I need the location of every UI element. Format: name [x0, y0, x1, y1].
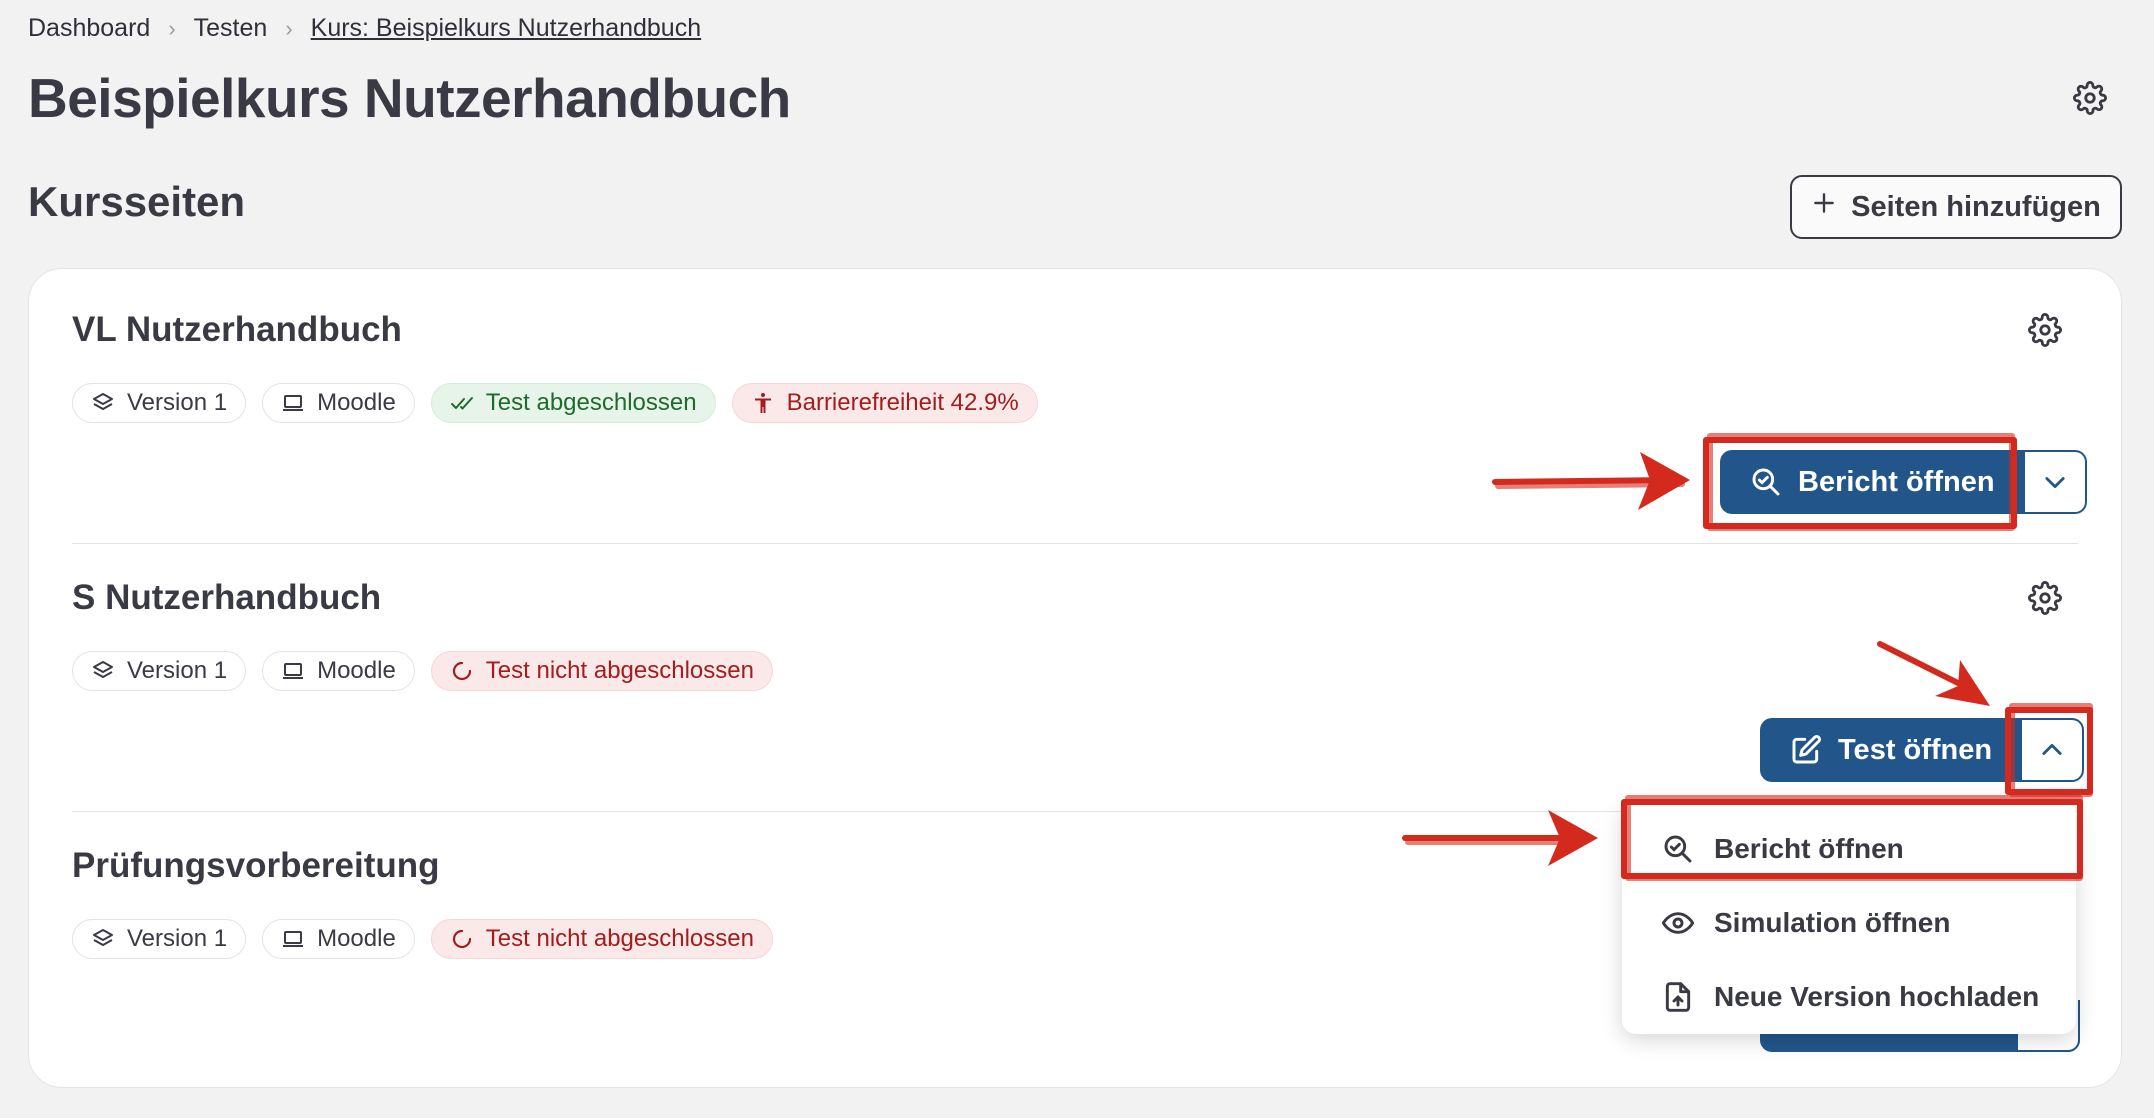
chevron-down-icon	[2044, 477, 2065, 489]
dropdown-toggle-button[interactable]	[2024, 450, 2087, 514]
platform-badge: Moodle	[262, 383, 415, 423]
breadcrumb: Dashboard › Testen › Kurs: Beispielkurs …	[28, 14, 701, 43]
add-pages-button[interactable]: Seiten hinzufügen	[1790, 175, 2122, 239]
loading-icon	[452, 929, 471, 949]
search-report-icon	[1664, 835, 1692, 863]
menu-item-upload-version[interactable]: Neue Version hochladen	[1622, 960, 2076, 1034]
edit-icon	[1792, 735, 1821, 764]
item-title: VL Nutzerhandbuch	[72, 310, 402, 349]
status-badge: Test nicht abgeschlossen	[430, 651, 773, 691]
breadcrumb-current-course[interactable]: Kurs: Beispielkurs Nutzerhandbuch	[311, 14, 701, 43]
breadcrumb-testen[interactable]: Testen	[194, 14, 268, 43]
breadcrumb-dashboard[interactable]: Dashboard	[28, 14, 150, 43]
version-badge: Version 1	[72, 383, 247, 423]
menu-item-open-simulation[interactable]: Simulation öffnen	[1622, 886, 2076, 960]
chevron-right-icon: ›	[285, 15, 293, 41]
search-report-icon	[1752, 468, 1780, 496]
add-pages-label: Seiten hinzufügen	[1851, 190, 2101, 223]
layers-icon	[93, 929, 113, 946]
loading-icon	[452, 661, 471, 681]
item-badges: Version 1 Moodle Test nicht abgeschlosse…	[72, 651, 773, 691]
page-title: Beispielkurs Nutzerhandbuch	[28, 67, 791, 129]
laptop-icon	[283, 663, 304, 679]
menu-item-open-report[interactable]: Bericht öffnen	[1622, 812, 2076, 886]
status-badge: Test nicht abgeschlossen	[430, 919, 773, 959]
dropdown-toggle-button[interactable]	[2022, 718, 2085, 782]
chevron-up-icon	[2042, 743, 2062, 755]
version-badge: Version 1	[72, 919, 247, 959]
item-badges: Version 1 Moodle Test nicht abgeschlosse…	[72, 919, 773, 959]
status-badge: Test abgeschlossen	[430, 383, 716, 423]
item-title: S Nutzerhandbuch	[72, 578, 382, 617]
gear-icon[interactable]	[2028, 313, 2062, 347]
layers-icon	[93, 393, 113, 410]
actions-dropdown-menu: Bericht öffnen Simulation öffnen Neue Ve…	[1622, 800, 2076, 1034]
chevron-right-icon: ›	[168, 15, 176, 41]
laptop-icon	[283, 931, 304, 947]
gear-icon[interactable]	[2028, 581, 2062, 615]
platform-badge: Moodle	[262, 919, 415, 959]
item-action-group: Test öffnen	[1760, 718, 2085, 782]
item-divider	[72, 543, 2078, 544]
open-report-button[interactable]: Bericht öffnen	[1720, 450, 2025, 514]
platform-badge: Moodle	[262, 651, 415, 691]
item-title: Prüfungsvorbereitung	[72, 846, 440, 885]
plus-icon	[1811, 190, 1837, 224]
item-badges: Version 1 Moodle Test abgeschlossen Barr…	[72, 383, 1038, 423]
upload-file-icon	[1665, 982, 1691, 1012]
gear-icon[interactable]	[2073, 81, 2107, 115]
accessibility-icon	[754, 393, 771, 413]
eye-icon	[1662, 912, 1694, 934]
double-check-icon	[450, 397, 473, 410]
section-title: Kursseiten	[28, 178, 246, 225]
open-test-button[interactable]: Test öffnen	[1760, 718, 2023, 782]
version-badge: Version 1	[72, 651, 247, 691]
item-action-group: Bericht öffnen	[1720, 450, 2087, 514]
accessibility-badge: Barrierefreiheit 42.9%	[731, 383, 1038, 423]
layers-icon	[93, 661, 113, 678]
laptop-icon	[283, 395, 304, 411]
